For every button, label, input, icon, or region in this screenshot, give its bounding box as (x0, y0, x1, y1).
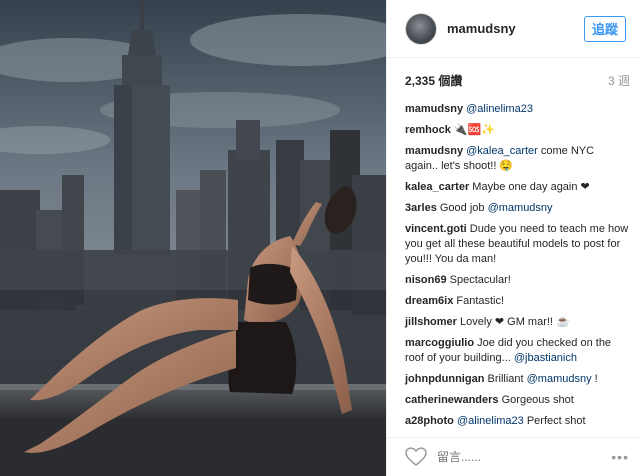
username-link[interactable]: mamudsny (447, 21, 584, 36)
post-time[interactable]: 3 週 (608, 72, 630, 89)
heart-outline-icon[interactable] (405, 447, 427, 467)
comment-item: jillshomer Lovely ❤ GM mar!! ☕ (405, 315, 629, 330)
comment-mention[interactable]: @alinelima23 (466, 103, 533, 115)
post-header: mamudsny 追蹤 (387, 0, 640, 58)
comment-username[interactable]: remhock (405, 124, 451, 136)
comment-username[interactable]: marcoggiulio (405, 337, 474, 349)
comment-item: nison69 Spectacular! (405, 273, 629, 288)
comment-item: kalea_carter Maybe one day again ❤ (405, 180, 629, 195)
follow-button[interactable]: 追蹤 (584, 15, 626, 42)
comment-username[interactable]: catherinewanders (405, 394, 499, 406)
more-horizontal-icon[interactable]: ••• (611, 449, 629, 465)
comment-text: Gorgeous shot (501, 394, 574, 406)
comment-item: mamudsny @alinelima23 (405, 102, 629, 117)
comment-item: mamudsny @kalea_carter come NYC again.. … (405, 144, 629, 174)
comment-mention[interactable]: @jbastianich (514, 352, 577, 364)
post-side-panel: mamudsny 追蹤 2,335 個讚 3 週 mamudsny @aline… (386, 0, 640, 476)
avatar[interactable] (405, 12, 437, 45)
comment-username[interactable]: nison69 (405, 274, 447, 286)
comment-username[interactable]: jillshomer (405, 316, 457, 328)
comment-text: Maybe one day again ❤ (472, 181, 590, 193)
comment-text: Fantastic! (456, 295, 505, 307)
photo-illustration (0, 0, 386, 476)
comment-username[interactable]: 3arles (405, 202, 437, 214)
instagram-post-modal: mamudsny 追蹤 2,335 個讚 3 週 mamudsny @aline… (0, 0, 640, 476)
comment-username[interactable]: mamudsny (405, 145, 463, 157)
comment-item: johnpdunnigan Brilliant @mamudsny ! (405, 372, 629, 387)
comment-username[interactable]: dream6ix (405, 295, 453, 307)
comment-mention[interactable]: @mamudsny (527, 373, 592, 385)
comment-mention[interactable]: @alinelima23 (457, 415, 524, 427)
comment-username[interactable]: a28photo (405, 415, 454, 427)
comment-item: a28photo @alinelima23 Perfect shot (405, 414, 629, 429)
comment-item: marcoggiulio Joe did you checked on the … (405, 336, 629, 366)
comment-text: Lovely ❤ GM mar!! ☕ (460, 316, 570, 328)
comment-item: 3arles Good job @mamudsny (405, 201, 629, 216)
comment-item: catherinewanders Gorgeous shot (405, 393, 629, 408)
post-stats: 2,335 個讚 3 週 (387, 58, 640, 102)
comment-username[interactable]: vincent.goti (405, 223, 467, 235)
comment-item: dream6ix Fantastic! (405, 294, 629, 309)
comment-text: 🔌🆘✨ (453, 124, 496, 136)
comment-username[interactable]: kalea_carter (405, 181, 469, 193)
views-count[interactable]: 2,335 個讚 (405, 72, 462, 89)
post-photo[interactable] (0, 0, 386, 476)
comments-list[interactable]: mamudsny @alinelima23 remhock 🔌🆘✨ mamudsny… (387, 102, 639, 432)
comment-input[interactable] (437, 450, 612, 464)
comment-mention[interactable]: @kalea_carter (466, 145, 538, 157)
comment-item: vincent.goti Dude you need to teach me h… (405, 222, 629, 267)
comment-text: Good job (439, 202, 488, 214)
comment-username[interactable]: mamudsny (405, 103, 463, 115)
comment-username[interactable]: johnpdunnigan (405, 373, 484, 385)
comment-text: Spectacular! (449, 274, 511, 286)
comment-item: remhock 🔌🆘✨ (405, 123, 629, 138)
post-footer: ••• (387, 437, 639, 476)
comment-text: ! (591, 373, 598, 385)
comment-text: Brilliant (487, 373, 527, 385)
comment-text: Perfect shot (523, 415, 586, 427)
comment-mention[interactable]: @mamudsny (488, 202, 553, 214)
